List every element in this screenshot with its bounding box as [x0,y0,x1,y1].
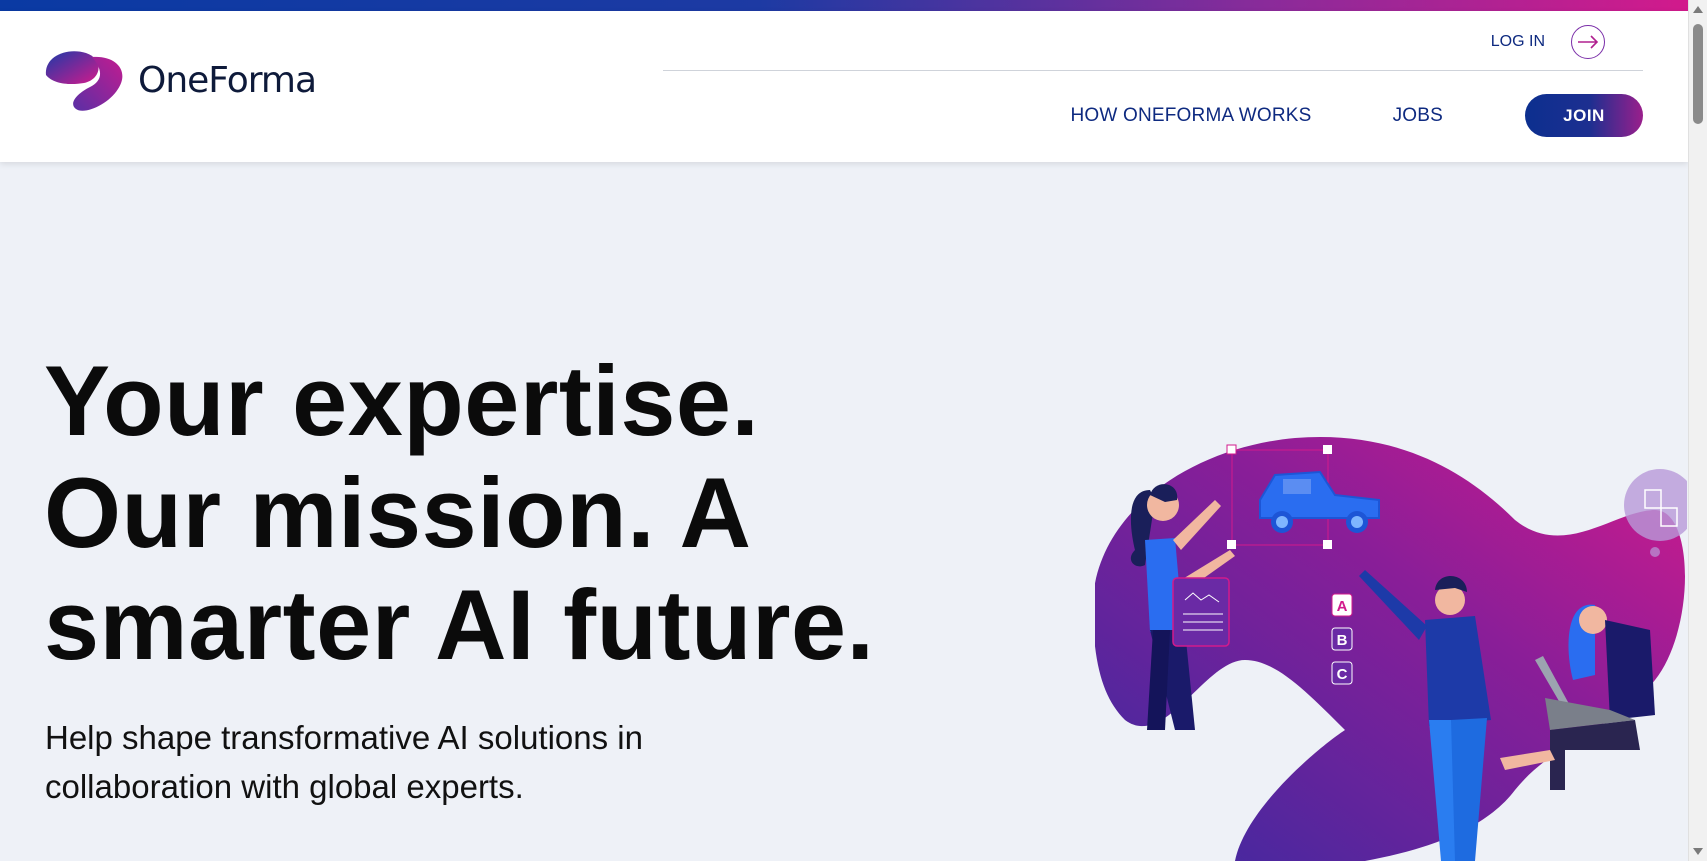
hero-illustration: A B C [1092,430,1696,861]
oneforma-logo-icon [45,51,123,111]
scroll-down-arrow-icon[interactable] [1693,848,1703,855]
logo-wordmark: OneForma [138,59,317,101]
login-label: LOG IN [1490,33,1545,50]
nav-how-oneforma-works[interactable]: HOW ONEFORMA WORKS [1070,105,1311,127]
nav-jobs[interactable]: JOBS [1393,105,1443,127]
badge-b: B [1337,632,1348,649]
scroll-thumb[interactable] [1693,24,1703,124]
scroll-up-arrow-icon[interactable] [1693,6,1703,13]
document-chart-icon [1172,577,1230,647]
login-link[interactable]: LOG IN [1491,25,1605,59]
hero-title: Your expertise. Our mission. A smarter A… [44,345,875,680]
hero-subtitle: Help shape transformative AI solutions i… [45,719,643,805]
badge-c: C [1337,666,1348,683]
main-nav: HOW ONEFORMA WORKS JOBS JOIN [1070,94,1643,137]
abc-badges: A B C [1331,593,1353,685]
join-button[interactable]: JOIN [1525,94,1643,137]
arrow-right-circle-icon [1571,25,1605,59]
top-gradient-bar [0,0,1688,11]
site-header: OneForma LOG IN HOW ONEFORMA WORKS JOBS … [0,11,1688,162]
badge-a: A [1337,598,1348,615]
header-divider [663,70,1643,71]
oneforma-logo[interactable]: OneForma [44,49,317,115]
vertical-scrollbar[interactable] [1688,0,1707,861]
